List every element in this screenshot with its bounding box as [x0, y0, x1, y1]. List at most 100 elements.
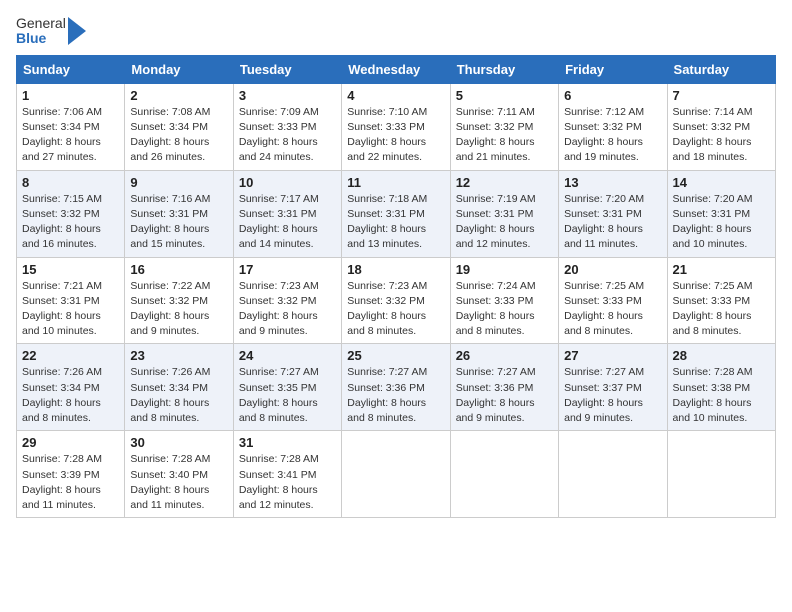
- day-number: 14: [673, 175, 770, 190]
- col-header-wednesday: Wednesday: [342, 55, 450, 83]
- logo-chevron-icon: [68, 17, 86, 45]
- day-info: Sunrise: 7:09 AMSunset: 3:33 PMDaylight:…: [239, 105, 336, 166]
- day-info: Sunrise: 7:25 AMSunset: 3:33 PMDaylight:…: [564, 279, 661, 340]
- week-row-1: 1Sunrise: 7:06 AMSunset: 3:34 PMDaylight…: [17, 83, 776, 170]
- day-info: Sunrise: 7:28 AMSunset: 3:40 PMDaylight:…: [130, 452, 227, 513]
- day-info: Sunrise: 7:24 AMSunset: 3:33 PMDaylight:…: [456, 279, 553, 340]
- day-number: 27: [564, 348, 661, 363]
- day-cell: 27Sunrise: 7:27 AMSunset: 3:37 PMDayligh…: [559, 344, 667, 431]
- day-cell: 5 Sunrise: 7:11 AMSunset: 3:32 PMDaylight…: [450, 83, 558, 170]
- day-number: 25: [347, 348, 444, 363]
- day-cell: 9 Sunrise: 7:16 AMSunset: 3:31 PMDaylight…: [125, 170, 233, 257]
- day-info: Sunrise: 7:28 AMSunset: 3:39 PMDaylight:…: [22, 452, 119, 513]
- day-cell: [559, 431, 667, 518]
- day-cell: 25 Sunrise: 7:27 AMSunset: 3:36 PMDayligh…: [342, 344, 450, 431]
- day-info: Sunrise: 7:20 AMSunset: 3:31 PMDaylight:…: [673, 192, 770, 253]
- day-info: Sunrise: 7:28 AMSunset: 3:38 PMDaylight:…: [673, 365, 770, 426]
- day-cell: 6Sunrise: 7:12 AMSunset: 3:32 PMDaylight…: [559, 83, 667, 170]
- day-info: Sunrise: 7:17 AMSunset: 3:31 PMDaylight:…: [239, 192, 336, 253]
- day-info: Sunrise: 7:14 AMSunset: 3:32 PMDaylight:…: [673, 105, 770, 166]
- day-info: Sunrise: 7:26 AMSunset: 3:34 PMDaylight:…: [22, 365, 119, 426]
- day-info: Sunrise: 7:23 AMSunset: 3:32 PMDaylight:…: [239, 279, 336, 340]
- day-number: 12: [456, 175, 553, 190]
- day-number: 19: [456, 262, 553, 277]
- day-cell: [667, 431, 775, 518]
- logo: General Blue: [16, 16, 86, 47]
- day-number: 4: [347, 88, 444, 103]
- day-cell: 31 Sunrise: 7:28 AMSunset: 3:41 PMDayligh…: [233, 431, 341, 518]
- logo-general: General: [16, 16, 66, 31]
- day-cell: 13Sunrise: 7:20 AMSunset: 3:31 PMDayligh…: [559, 170, 667, 257]
- logo-blue: Blue: [16, 31, 66, 46]
- day-cell: 29Sunrise: 7:28 AMSunset: 3:39 PMDayligh…: [17, 431, 125, 518]
- day-cell: 30 Sunrise: 7:28 AMSunset: 3:40 PMDayligh…: [125, 431, 233, 518]
- day-cell: 19 Sunrise: 7:24 AMSunset: 3:33 PMDayligh…: [450, 257, 558, 344]
- week-row-3: 15 Sunrise: 7:21 AMSunset: 3:31 PMDayligh…: [17, 257, 776, 344]
- day-cell: 14 Sunrise: 7:20 AMSunset: 3:31 PMDayligh…: [667, 170, 775, 257]
- day-number: 28: [673, 348, 770, 363]
- day-info: Sunrise: 7:25 AMSunset: 3:33 PMDaylight:…: [673, 279, 770, 340]
- day-cell: 28 Sunrise: 7:28 AMSunset: 3:38 PMDayligh…: [667, 344, 775, 431]
- day-info: Sunrise: 7:19 AMSunset: 3:31 PMDaylight:…: [456, 192, 553, 253]
- day-cell: 15 Sunrise: 7:21 AMSunset: 3:31 PMDayligh…: [17, 257, 125, 344]
- week-row-2: 8 Sunrise: 7:15 AMSunset: 3:32 PMDaylight…: [17, 170, 776, 257]
- day-number: 26: [456, 348, 553, 363]
- day-info: Sunrise: 7:27 AMSunset: 3:36 PMDaylight:…: [456, 365, 553, 426]
- day-info: Sunrise: 7:16 AMSunset: 3:31 PMDaylight:…: [130, 192, 227, 253]
- day-number: 31: [239, 435, 336, 450]
- day-number: 7: [673, 88, 770, 103]
- day-cell: 2Sunrise: 7:08 AMSunset: 3:34 PMDaylight…: [125, 83, 233, 170]
- day-cell: 24 Sunrise: 7:27 AMSunset: 3:35 PMDayligh…: [233, 344, 341, 431]
- day-info: Sunrise: 7:21 AMSunset: 3:31 PMDaylight:…: [22, 279, 119, 340]
- day-cell: 26 Sunrise: 7:27 AMSunset: 3:36 PMDayligh…: [450, 344, 558, 431]
- day-number: 23: [130, 348, 227, 363]
- day-info: Sunrise: 7:18 AMSunset: 3:31 PMDaylight:…: [347, 192, 444, 253]
- day-cell: 18Sunrise: 7:23 AMSunset: 3:32 PMDayligh…: [342, 257, 450, 344]
- day-number: 15: [22, 262, 119, 277]
- day-cell: 11 Sunrise: 7:18 AMSunset: 3:31 PMDayligh…: [342, 170, 450, 257]
- day-number: 30: [130, 435, 227, 450]
- day-number: 8: [22, 175, 119, 190]
- day-number: 22: [22, 348, 119, 363]
- week-row-5: 29Sunrise: 7:28 AMSunset: 3:39 PMDayligh…: [17, 431, 776, 518]
- day-cell: 8 Sunrise: 7:15 AMSunset: 3:32 PMDaylight…: [17, 170, 125, 257]
- day-number: 17: [239, 262, 336, 277]
- day-info: Sunrise: 7:22 AMSunset: 3:32 PMDaylight:…: [130, 279, 227, 340]
- day-number: 5: [456, 88, 553, 103]
- col-header-thursday: Thursday: [450, 55, 558, 83]
- page-header: General Blue: [16, 16, 776, 47]
- day-number: 21: [673, 262, 770, 277]
- day-cell: 3Sunrise: 7:09 AMSunset: 3:33 PMDaylight…: [233, 83, 341, 170]
- day-number: 20: [564, 262, 661, 277]
- col-header-sunday: Sunday: [17, 55, 125, 83]
- day-info: Sunrise: 7:15 AMSunset: 3:32 PMDaylight:…: [22, 192, 119, 253]
- day-cell: 21 Sunrise: 7:25 AMSunset: 3:33 PMDayligh…: [667, 257, 775, 344]
- day-number: 2: [130, 88, 227, 103]
- day-cell: 4 Sunrise: 7:10 AMSunset: 3:33 PMDaylight…: [342, 83, 450, 170]
- day-number: 16: [130, 262, 227, 277]
- day-info: Sunrise: 7:28 AMSunset: 3:41 PMDaylight:…: [239, 452, 336, 513]
- calendar-header-row: SundayMondayTuesdayWednesdayThursdayFrid…: [17, 55, 776, 83]
- col-header-monday: Monday: [125, 55, 233, 83]
- col-header-friday: Friday: [559, 55, 667, 83]
- day-number: 24: [239, 348, 336, 363]
- day-cell: 17 Sunrise: 7:23 AMSunset: 3:32 PMDayligh…: [233, 257, 341, 344]
- logo-container: General Blue: [16, 16, 86, 47]
- day-number: 6: [564, 88, 661, 103]
- day-cell: 12 Sunrise: 7:19 AMSunset: 3:31 PMDayligh…: [450, 170, 558, 257]
- day-number: 10: [239, 175, 336, 190]
- week-row-4: 22 Sunrise: 7:26 AMSunset: 3:34 PMDayligh…: [17, 344, 776, 431]
- day-info: Sunrise: 7:27 AMSunset: 3:35 PMDaylight:…: [239, 365, 336, 426]
- day-info: Sunrise: 7:23 AMSunset: 3:32 PMDaylight:…: [347, 279, 444, 340]
- day-info: Sunrise: 7:11 AMSunset: 3:32 PMDaylight:…: [456, 105, 553, 166]
- day-number: 13: [564, 175, 661, 190]
- day-number: 9: [130, 175, 227, 190]
- day-cell: 23Sunrise: 7:26 AMSunset: 3:34 PMDayligh…: [125, 344, 233, 431]
- day-cell: 22 Sunrise: 7:26 AMSunset: 3:34 PMDayligh…: [17, 344, 125, 431]
- day-number: 1: [22, 88, 119, 103]
- day-cell: 7 Sunrise: 7:14 AMSunset: 3:32 PMDaylight…: [667, 83, 775, 170]
- day-cell: 1Sunrise: 7:06 AMSunset: 3:34 PMDaylight…: [17, 83, 125, 170]
- day-info: Sunrise: 7:27 AMSunset: 3:36 PMDaylight:…: [347, 365, 444, 426]
- day-info: Sunrise: 7:10 AMSunset: 3:33 PMDaylight:…: [347, 105, 444, 166]
- day-number: 11: [347, 175, 444, 190]
